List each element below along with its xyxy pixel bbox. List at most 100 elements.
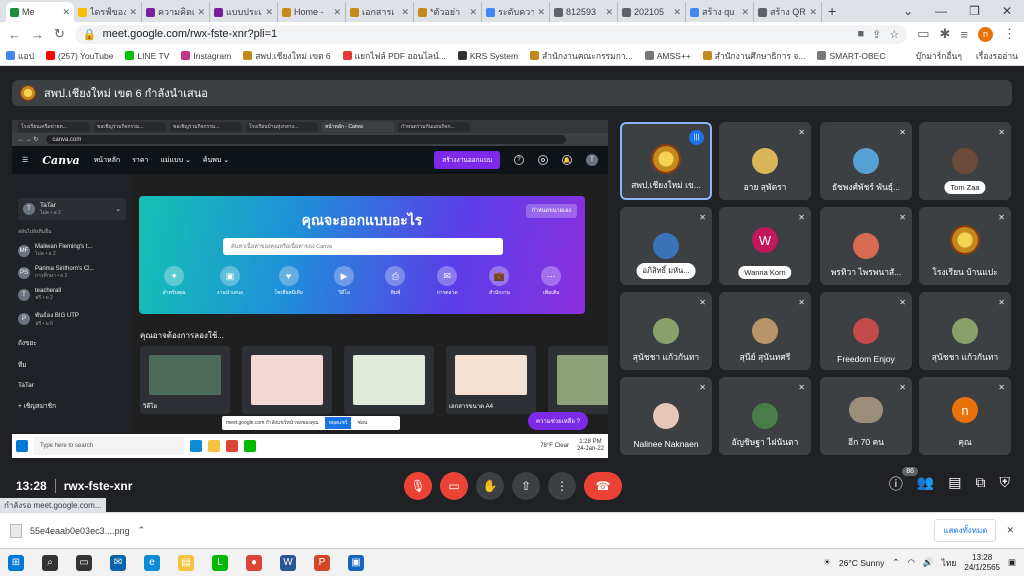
bookmark-item[interactable]: สำนักงานคณะกรรมกา... (530, 49, 633, 63)
info-icon[interactable]: ⓘ (889, 474, 903, 494)
tab-close-icon[interactable]: ✕ (673, 7, 681, 18)
tab-close-icon[interactable]: ✕ (809, 7, 817, 18)
camera-off-button[interactable]: ▭ (440, 472, 468, 500)
browser-tab[interactable]: Me ✕ (6, 2, 74, 22)
forward-icon[interactable]: → (31, 27, 44, 42)
tab-close-icon[interactable]: ✕ (265, 7, 273, 18)
browser-tab[interactable]: 202105 ✕ (618, 2, 686, 22)
tab-close-icon[interactable]: ✕ (401, 7, 409, 18)
browser-tab[interactable]: สร้าง qu ✕ (686, 2, 754, 22)
browser-tab[interactable]: *ตัวอย่า ✕ (414, 2, 482, 22)
tab-search-icon[interactable]: ⌄ (903, 4, 913, 18)
tab-close-icon[interactable]: ✕ (605, 7, 613, 18)
mail-icon[interactable]: ✉ (110, 554, 126, 571)
new-tab-button[interactable]: + (828, 3, 836, 19)
people-icon[interactable]: 👥 (917, 474, 934, 494)
participant-tile[interactable]: ✕ อภิสิทธิ์ มหัน... (620, 207, 712, 285)
mic-off-button[interactable]: 🎙 (404, 472, 432, 500)
participant-tile[interactable]: ✕ อัญชิษฐา ไฝนันตา (719, 377, 811, 455)
participant-tile[interactable]: ✕ n คุณ (919, 377, 1011, 455)
tab-close-icon[interactable]: ✕ (197, 7, 205, 18)
activities-icon[interactable]: ⧉ (976, 474, 986, 494)
bookmark-item[interactable]: Instagram (181, 51, 231, 61)
bookmark-item[interactable]: SMART-OBEC (817, 51, 885, 61)
browser-tab[interactable]: Home - ✕ (278, 2, 346, 22)
bookmark-item[interactable]: LINE TV (125, 51, 169, 61)
chevron-up-icon[interactable]: ⌃ (892, 557, 899, 568)
bookmark-folder[interactable]: บุ๊กมาร์กอื่นๆ (916, 49, 962, 63)
participant-tile[interactable]: ✕ สุนัชชา แก้วกันทา (919, 292, 1011, 370)
cast-icon[interactable]: ▭ (917, 26, 929, 42)
tab-close-icon[interactable]: ✕ (129, 7, 137, 18)
host-controls-icon[interactable]: ⛨ (1000, 474, 1011, 494)
line-icon[interactable]: L (212, 554, 228, 571)
participant-tile[interactable]: ✕ พรทิวา ไพรพนาสั... (820, 207, 912, 285)
powerpoint-icon[interactable]: P (314, 554, 330, 571)
participant-tile[interactable]: ✕ Nalinee Naknaen (620, 377, 712, 455)
browser-tab[interactable]: 812593 ✕ (550, 2, 618, 22)
profile-avatar[interactable]: n (978, 26, 993, 42)
chat-icon[interactable]: ▤ (948, 474, 961, 494)
end-call-button[interactable]: ☎ (584, 472, 622, 500)
more-options-button[interactable]: ⋮ (548, 472, 576, 500)
minimize-icon[interactable]: — (935, 4, 947, 18)
menu-icon[interactable]: ⋮ (1003, 26, 1016, 42)
back-icon[interactable]: ← (8, 27, 21, 42)
chrome-icon[interactable]: ● (246, 554, 262, 571)
bookmark-item[interactable]: (257) YouTube (45, 51, 113, 61)
participant-tile[interactable]: ✕ สุนัชชา แก้วกันทา (620, 292, 712, 370)
participant-tile[interactable]: ✕ สุนีย์ สุนันทศรี (719, 292, 811, 370)
bookmark-item[interactable]: แอป (6, 49, 34, 63)
participant-tile[interactable]: ✕ ธัชพงศ์พัชร์ พันธุ์... (820, 122, 912, 200)
present-button[interactable]: ⇧ (512, 472, 540, 500)
notification-icon[interactable]: ▣ (1008, 557, 1016, 568)
share-icon[interactable]: ⇪ (872, 28, 881, 41)
participant-tile[interactable]: ✕ อีก 70 คน (820, 377, 912, 455)
star-icon[interactable]: ☆ (889, 28, 899, 41)
omnibox[interactable]: 🔒 meet.google.com/rwx-fste-xnr?pli=1 ■ ⇪… (74, 24, 908, 44)
camera-icon[interactable]: ■ (857, 28, 864, 41)
participant-tile[interactable]: ✕ W Wanna Korn (719, 207, 811, 285)
bookmark-item[interactable]: แยกไฟล์ PDF ออนไลน์... (342, 49, 446, 63)
browser-tab[interactable]: เอกสารเ ✕ (346, 2, 414, 22)
start-icon[interactable]: ⊞ (8, 554, 24, 571)
browser-tab[interactable]: ระดับควา ✕ (482, 2, 550, 22)
word-icon[interactable]: W (280, 554, 296, 571)
browser-tab[interactable]: ไดรฟ์ของ ✕ (74, 2, 142, 22)
participant-tile[interactable]: ✕ โรงเรียน บ้านแปะ (919, 207, 1011, 285)
bookmark-item[interactable]: สำนักงานศึกษาธิการ จ... (702, 49, 805, 63)
close-icon[interactable]: ✕ (1002, 4, 1012, 18)
extensions-icon[interactable]: ✱ (940, 26, 951, 42)
chevron-up-icon[interactable]: ⌃ (138, 525, 146, 536)
bookmark-item[interactable]: KRS System (457, 51, 518, 61)
participant-tile[interactable]: ✕ Tom Zaa (919, 122, 1011, 200)
raise-hand-button[interactable]: ✋ (476, 472, 504, 500)
clock[interactable]: 13:28 24/1/2565 (964, 553, 1000, 573)
edge-icon[interactable]: e (144, 554, 160, 571)
participant-tile[interactable]: ✕ Freedom Enjoy (820, 292, 912, 370)
bookmark-item[interactable]: AMSS++ (644, 51, 691, 61)
task-view-icon[interactable]: ▭ (76, 554, 92, 571)
participant-tile[interactable]: ✕ อาย สุพัตรา (719, 122, 811, 200)
language-indicator[interactable]: ไทย (942, 556, 957, 570)
search-icon[interactable]: ⌕ (42, 554, 58, 571)
tab-close-icon[interactable]: ✕ (333, 7, 341, 18)
tab-close-icon[interactable]: ✕ (741, 7, 749, 18)
maximize-icon[interactable]: ❐ (969, 4, 980, 18)
photos-icon[interactable]: ▣ (348, 554, 364, 571)
tab-close-icon[interactable]: ✕ (537, 7, 545, 18)
file-explorer-icon[interactable]: ▤ (178, 554, 194, 571)
bookmark-item[interactable]: สพป.เชียงใหม่ เขต 6 (243, 49, 331, 63)
network-icon[interactable]: ◠ (908, 557, 915, 568)
tab-close-icon[interactable]: ✕ (469, 7, 477, 18)
tab-close-icon[interactable]: ✕ (62, 7, 70, 18)
browser-tab[interactable]: ความคิดเ ✕ (142, 2, 210, 22)
browser-tab[interactable]: สร้าง QR ✕ (754, 2, 822, 22)
reload-icon[interactable]: ↻ (54, 26, 65, 42)
bookmark-folder[interactable]: เรื่องรออ่าน (976, 49, 1018, 63)
close-icon[interactable]: ✕ (1006, 525, 1014, 536)
volume-icon[interactable]: 🔊 (923, 557, 934, 568)
show-all-button[interactable]: แสดงทั้งหมด (934, 519, 997, 542)
download-item[interactable]: 55e4eaab0e03ec3....png ⌃ (10, 523, 160, 538)
reading-list-icon[interactable]: ≡ (960, 27, 968, 42)
